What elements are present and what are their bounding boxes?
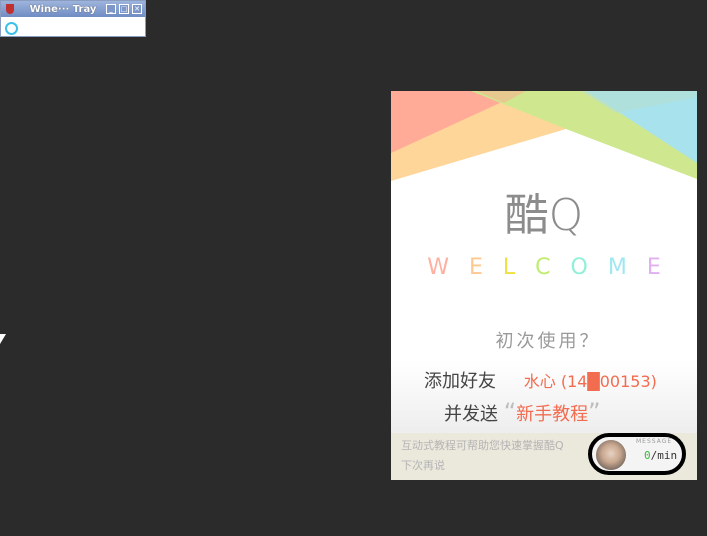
- tray-title: Wine··· Tray: [29, 3, 97, 15]
- welcome-letter: M: [607, 255, 647, 280]
- quote-open: “: [503, 398, 517, 426]
- avatar: [596, 440, 626, 470]
- welcome-letter: W: [427, 255, 469, 280]
- add-friend-row: 添加好友 水心 (14█00153): [424, 367, 657, 393]
- message-rate-widget[interactable]: MESSAGE 0/min: [588, 433, 686, 475]
- welcome-text: WELCOME: [391, 255, 697, 280]
- later-link[interactable]: 下次再说: [401, 457, 445, 473]
- welcome-letter: L: [502, 255, 536, 280]
- welcome-letter: O: [570, 255, 608, 280]
- quote-close: ”: [588, 398, 601, 426]
- wine-tray-window: Wine··· Tray _ □ ✕: [0, 0, 146, 37]
- header-decoration: [391, 91, 697, 181]
- message-unit: /min: [650, 449, 678, 462]
- minimize-button[interactable]: _: [106, 4, 116, 14]
- welcome-letter: E: [646, 255, 681, 280]
- message-count: 0: [644, 449, 651, 462]
- close-button[interactable]: ✕: [132, 4, 142, 14]
- tutorial-link[interactable]: 新手教程: [516, 404, 588, 425]
- message-rate: 0/min: [644, 449, 677, 462]
- welcome-letter: C: [535, 255, 571, 280]
- send-label: 并发送: [444, 404, 498, 425]
- friend-contact[interactable]: 水心 (14█00153): [524, 372, 657, 391]
- send-row: 并发送 “新手教程”: [444, 398, 601, 426]
- bottom-bar: 互动式教程可帮助您快速掌握酷Q 下次再说 MESSAGE 0/min: [391, 433, 697, 480]
- tray-titlebar[interactable]: Wine··· Tray _ □ ✕: [1, 1, 145, 17]
- maximize-button[interactable]: □: [119, 4, 129, 14]
- add-friend-label: 添加好友: [424, 371, 496, 392]
- tutorial-tip[interactable]: 互动式教程可帮助您快速掌握酷Q: [401, 437, 564, 453]
- welcome-card: 酷Q WELCOME 初次使用？ 添加好友 水心 (14█00153) 并发送 …: [391, 91, 697, 480]
- message-label: MESSAGE: [636, 438, 673, 445]
- first-use-question: 初次使用？: [495, 331, 601, 352]
- welcome-letter: E: [469, 255, 503, 280]
- coolq-tray-icon[interactable]: [5, 22, 18, 35]
- mouse-cursor-icon: [0, 334, 6, 344]
- app-logo: 酷Q: [504, 190, 584, 241]
- wine-glass-icon: [6, 4, 14, 14]
